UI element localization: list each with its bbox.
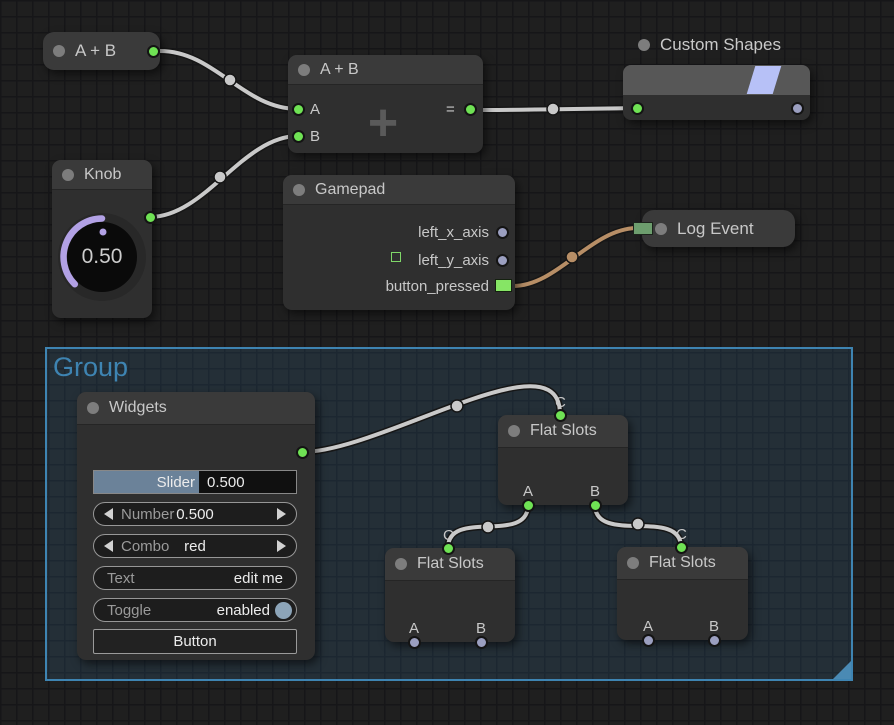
node-collapse-dot-icon[interactable]: [53, 45, 65, 57]
output-slot[interactable]: [147, 45, 160, 58]
output-slot-b[interactable]: [589, 499, 602, 512]
output-label-left-y-axis: left_y_axis: [418, 252, 489, 269]
text-label: Text: [107, 570, 135, 587]
button-label: Button: [173, 633, 216, 650]
toggle-label: Toggle: [107, 602, 151, 619]
toggle-knob-icon[interactable]: [275, 602, 292, 619]
node-title: Flat Slots: [530, 422, 597, 440]
output-label-button-pressed: button_pressed: [386, 278, 489, 295]
node-title: Knob: [84, 166, 121, 184]
node-title: Custom Shapes: [660, 35, 781, 55]
output-slot[interactable]: [464, 103, 477, 116]
input-slot-a[interactable]: [292, 103, 305, 116]
input-slot-c[interactable]: [675, 541, 688, 554]
node-ab-collapsed[interactable]: A + B: [43, 32, 160, 70]
floating-title: Custom Shapes: [628, 35, 781, 55]
slot-label-b: B: [476, 620, 486, 637]
input-slot-c[interactable]: [554, 409, 567, 422]
wire-gamepad-to-log-event[interactable]: [513, 228, 638, 286]
node-title: Flat Slots: [649, 554, 716, 572]
output-slot[interactable]: [791, 102, 804, 115]
wire-ab-collapsed-to-a[interactable]: [160, 51, 298, 109]
node-collapse-dot-icon[interactable]: [298, 64, 310, 76]
output-slot-left-y-axis[interactable]: [496, 254, 509, 267]
number-value: 0.500: [94, 506, 296, 523]
node-collapse-dot-icon[interactable]: [293, 184, 305, 196]
slot-label-a: A: [409, 620, 419, 637]
slot-label-b: B: [709, 618, 719, 635]
input-slot-c[interactable]: [442, 542, 455, 555]
output-slot-left-x-axis[interactable]: [496, 226, 509, 239]
wire-knob-to-b[interactable]: [150, 136, 298, 217]
node-title: A + B: [320, 61, 359, 79]
output-slot-b[interactable]: [475, 636, 488, 649]
output-slot-a[interactable]: [408, 636, 421, 649]
node-collapse-dot-icon[interactable]: [627, 557, 639, 569]
changed-marker-icon: [391, 252, 401, 262]
output-slot-a[interactable]: [522, 499, 535, 512]
plus-operator-icon: +: [348, 97, 418, 149]
node-log-event[interactable]: Log Event: [642, 210, 795, 247]
slot-label-b: B: [590, 483, 600, 500]
custom-body: [623, 95, 810, 120]
input-label-b: B: [310, 128, 320, 145]
group-title[interactable]: Group: [47, 349, 851, 383]
slot-label-a: A: [643, 618, 653, 635]
text-value: edit me: [234, 570, 283, 587]
custom-shape-parallelogram: [747, 66, 782, 94]
node-custom-shapes[interactable]: Custom Shapes: [623, 65, 810, 120]
knob-dial[interactable]: 0.50: [67, 222, 137, 292]
node-title: Flat Slots: [417, 555, 484, 573]
output-label-equals: =: [446, 101, 455, 118]
input-slot[interactable]: [631, 102, 644, 115]
node-flat-slots-left[interactable]: Flat Slots C A B: [385, 548, 515, 642]
slider-value: 0.500: [207, 474, 245, 491]
node-knob[interactable]: Knob 0.50: [52, 160, 152, 318]
node-widgets[interactable]: Widgets Slider 0.500 Number 0.500 Combo …: [77, 392, 315, 660]
node-collapse-dot-icon[interactable]: [638, 39, 650, 51]
node-ab[interactable]: A + B A B = +: [288, 55, 483, 153]
node-collapse-dot-icon[interactable]: [395, 558, 407, 570]
node-title: Widgets: [109, 399, 167, 417]
node-flat-slots-right[interactable]: Flat Slots C A B: [617, 547, 748, 640]
custom-title-bar[interactable]: [623, 65, 810, 95]
output-label-left-x-axis: left_x_axis: [418, 224, 489, 241]
node-collapse-dot-icon[interactable]: [87, 402, 99, 414]
slider-widget[interactable]: Slider 0.500: [93, 470, 297, 494]
knob-value: 0.50: [82, 245, 123, 269]
wire-ab-to-custom-shapes[interactable]: [470, 103, 637, 115]
slider-fill[interactable]: Slider: [94, 471, 199, 493]
node-flat-slots-top[interactable]: Flat Slots C A B: [498, 415, 628, 505]
button-widget[interactable]: Button: [93, 629, 297, 654]
number-widget[interactable]: Number 0.500: [93, 502, 297, 526]
combo-value: red: [94, 538, 296, 555]
node-title: Gamepad: [315, 181, 385, 199]
toggle-value: enabled: [217, 602, 270, 619]
slot-label-a: A: [523, 483, 533, 500]
slider-label: Slider: [157, 474, 199, 491]
group-resize-handle-icon[interactable]: [833, 661, 851, 679]
toggle-widget[interactable]: Toggle enabled: [93, 598, 297, 622]
output-slot-b[interactable]: [708, 634, 721, 647]
output-slot[interactable]: [144, 211, 157, 224]
node-collapse-dot-icon[interactable]: [62, 169, 74, 181]
node-gamepad[interactable]: Gamepad left_x_axis left_y_axis button_p…: [283, 175, 515, 310]
combo-widget[interactable]: Combo red: [93, 534, 297, 558]
text-widget[interactable]: Text edit me: [93, 566, 297, 590]
node-collapse-dot-icon[interactable]: [508, 425, 520, 437]
node-collapse-dot-icon[interactable]: [655, 223, 667, 235]
event-output-slot[interactable]: [495, 279, 512, 292]
event-input-slot[interactable]: [633, 222, 653, 235]
output-slot-a[interactable]: [642, 634, 655, 647]
node-title: A + B: [75, 41, 116, 61]
output-slot[interactable]: [296, 446, 309, 459]
input-slot-b[interactable]: [292, 130, 305, 143]
input-label-a: A: [310, 101, 320, 118]
node-title: Log Event: [677, 219, 754, 239]
